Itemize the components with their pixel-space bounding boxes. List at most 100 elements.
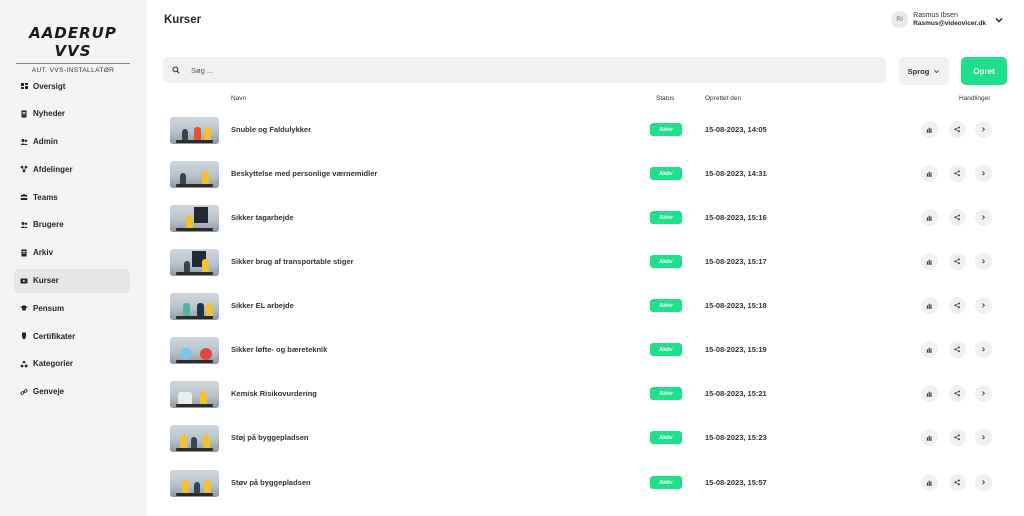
chevron-down-icon (934, 69, 940, 73)
brand-name: AADERUP VVS (29, 24, 117, 60)
sidebar-item-label: Afdelinger (33, 164, 73, 174)
open-button[interactable] (975, 165, 992, 182)
table-row[interactable]: Sikker løfte- og bæreteknik Aktiv 15-08-20… (163, 328, 1007, 372)
archive-icon (20, 249, 28, 257)
create-button[interactable]: Opret (961, 57, 1007, 85)
open-button[interactable] (975, 341, 992, 358)
sidebar-nav: Oversigt Nyheder Admin Afdelinger Teams Bruge… (14, 74, 130, 408)
column-header-created[interactable]: Oprettet den (705, 95, 741, 102)
course-name[interactable]: Støv på byggepladsen (231, 478, 311, 487)
course-thumbnail[interactable] (170, 470, 219, 497)
sidebar-item-oversigt[interactable]: Oversigt (14, 74, 130, 98)
sidebar-item-afdelinger[interactable]: Afdelinger (14, 157, 130, 181)
sidebar-item-arkiv[interactable]: Arkiv (14, 241, 130, 265)
course-name[interactable]: Støj på byggepladsen (231, 433, 309, 442)
table-row[interactable]: Sikker EL arbejde Aktiv 15-08-2023, 15:18 (163, 284, 1007, 328)
share-button[interactable] (949, 474, 966, 491)
share-button[interactable] (949, 341, 966, 358)
course-name[interactable]: Snuble og Faldulykker (231, 125, 311, 134)
course-thumbnail[interactable] (170, 425, 219, 452)
sidebar-item-nyheder[interactable]: Nyheder (14, 102, 130, 126)
share-button[interactable] (949, 165, 966, 182)
sidebar-item-label: Certifikater (33, 331, 76, 341)
table-row[interactable]: Støj på byggepladsen Aktiv 15-08-2023, 15:… (163, 416, 1007, 460)
stats-button[interactable] (921, 165, 938, 182)
open-button[interactable] (975, 474, 992, 491)
stats-button[interactable] (921, 385, 938, 402)
table-row[interactable]: Sikker brug af transportable stiger Aktiv… (163, 240, 1007, 284)
course-name[interactable]: Kemisk Risikovurdering (231, 389, 317, 398)
share-button[interactable] (949, 209, 966, 226)
link-icon (20, 388, 28, 396)
column-header-actions: Handlinger (959, 95, 991, 102)
stats-button[interactable] (921, 297, 938, 314)
sidebar-item-brugere[interactable]: Brugere (14, 213, 130, 237)
course-thumbnail[interactable] (170, 205, 219, 232)
search-bar[interactable] (163, 57, 886, 83)
column-header-status[interactable]: Status (656, 95, 674, 102)
table-row[interactable]: Støv på byggepladsen Aktiv 15-08-2023, 15:… (163, 461, 1007, 505)
brand-logo[interactable]: AADERUP VVS AUT. VVS-INSTALLATØR (16, 24, 130, 74)
sidebar-item-certifikater[interactable]: Certifikater (14, 324, 130, 348)
open-button[interactable] (975, 253, 992, 270)
share-button[interactable] (949, 253, 966, 270)
dashboard-icon (20, 82, 28, 90)
sidebar-item-pensum[interactable]: Pensum (14, 296, 130, 320)
created-date: 15-08-2023, 15:57 (705, 478, 767, 487)
chevron-down-icon[interactable] (994, 15, 1004, 25)
open-button[interactable] (975, 385, 992, 402)
users-icon (20, 221, 28, 229)
status-badge: Aktiv (650, 343, 682, 356)
table-row[interactable]: Sikker tagarbejde Aktiv 15-08-2023, 15:16 (163, 196, 1007, 240)
table-row[interactable]: Snuble og Faldulykker Aktiv 15-08-2023, 14… (163, 108, 1007, 152)
sidebar: AADERUP VVS AUT. VVS-INSTALLATØR Oversig… (0, 0, 147, 516)
open-button[interactable] (975, 429, 992, 446)
sidebar-item-admin[interactable]: Admin (14, 130, 130, 154)
graduation-cap-icon (20, 304, 28, 312)
teams-icon (20, 193, 28, 201)
open-button[interactable] (975, 209, 992, 226)
sidebar-item-label: Nyheder (33, 109, 66, 119)
language-label: Sprog (907, 66, 930, 76)
course-name[interactable]: Sikker tagarbejde (231, 213, 294, 222)
stats-button[interactable] (921, 209, 938, 226)
share-button[interactable] (949, 385, 966, 402)
course-thumbnail[interactable] (170, 117, 219, 144)
search-input[interactable] (191, 65, 791, 75)
share-button[interactable] (949, 297, 966, 314)
stats-button[interactable] (921, 121, 938, 138)
status-badge: Aktiv (650, 167, 682, 180)
table-row[interactable]: Kemisk Risikovurdering Aktiv 15-08-2023, 1… (163, 372, 1007, 416)
course-thumbnail[interactable] (170, 161, 219, 188)
stats-button[interactable] (921, 341, 938, 358)
course-name[interactable]: Sikker EL arbejde (231, 301, 294, 310)
stats-button[interactable] (921, 429, 938, 446)
stats-button[interactable] (921, 474, 938, 491)
course-name[interactable]: Sikker brug af transportable stiger (231, 257, 354, 266)
stats-button[interactable] (921, 253, 938, 270)
table-row[interactable]: Beskyttelse med personlige værnemidler Ak… (163, 152, 1007, 196)
open-button[interactable] (975, 297, 992, 314)
stats-icon (926, 347, 933, 353)
courses-icon (20, 277, 28, 285)
language-select[interactable]: Sprog (899, 57, 949, 85)
course-name[interactable]: Sikker løfte- og bæreteknik (231, 345, 327, 354)
status-badge: Aktiv (650, 299, 682, 312)
sidebar-item-teams[interactable]: Teams (14, 185, 130, 209)
course-thumbnail[interactable] (170, 337, 219, 364)
created-date: 15-08-2023, 14:05 (705, 125, 767, 134)
course-thumbnail[interactable] (170, 293, 219, 320)
course-thumbnail[interactable] (170, 381, 219, 408)
sidebar-item-kategorier[interactable]: Kategorier (14, 352, 130, 376)
share-button[interactable] (949, 121, 966, 138)
created-date: 15-08-2023, 15:21 (705, 389, 767, 398)
share-button[interactable] (949, 429, 966, 446)
column-header-name[interactable]: Navn (231, 95, 246, 102)
sidebar-item-genveje[interactable]: Genveje (14, 380, 130, 404)
user-menu[interactable]: RI Rasmus Ibsen Rasmus@videovicer.dk (891, 11, 1004, 28)
share-icon (954, 346, 960, 353)
open-button[interactable] (975, 121, 992, 138)
course-thumbnail[interactable] (170, 249, 219, 276)
sidebar-item-kurser[interactable]: Kurser (14, 268, 130, 293)
course-name[interactable]: Beskyttelse med personlige værnemidler (231, 169, 377, 178)
